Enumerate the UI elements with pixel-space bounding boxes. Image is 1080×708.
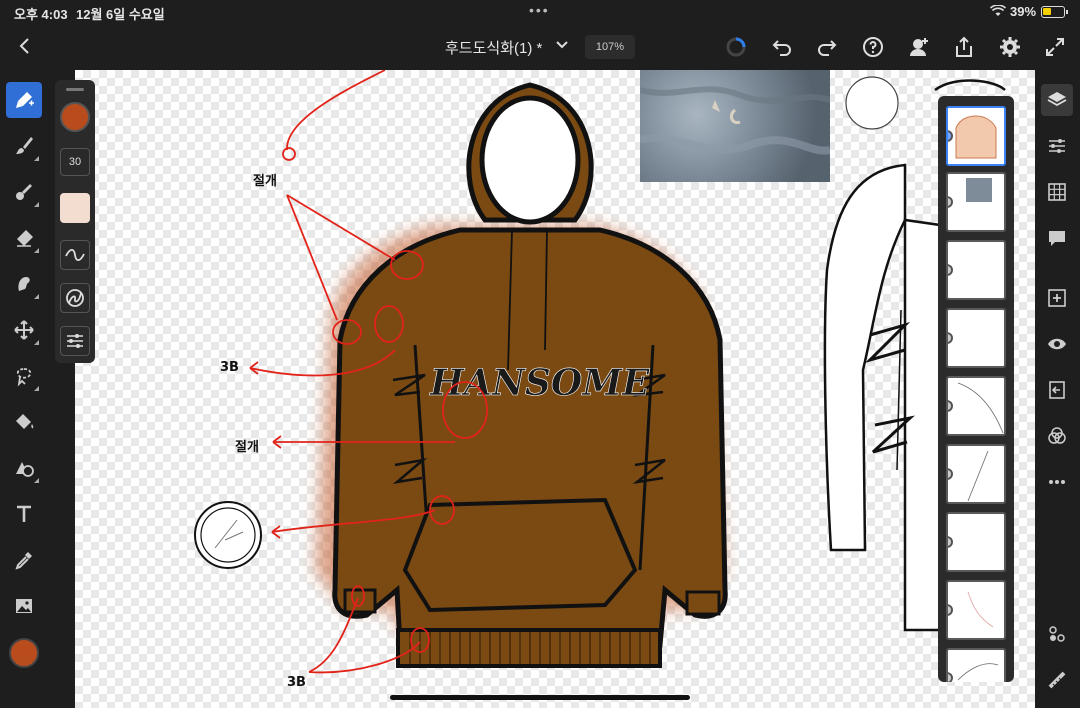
image-icon — [16, 599, 32, 613]
layer-thumb[interactable] — [946, 648, 1006, 682]
visibility-button[interactable] — [1041, 328, 1073, 360]
adjust-button[interactable] — [1041, 130, 1073, 162]
gear-icon[interactable] — [998, 35, 1022, 59]
layer-thumb[interactable] — [946, 376, 1006, 436]
status-bar: 오후 4:03 12월 6일 수요일 ••• 39% — [0, 0, 1080, 24]
drawing-canvas[interactable]: HANSOME 절개 3B 절개 3B — [75, 70, 1035, 708]
status-date: 12월 6일 수요일 — [76, 7, 165, 22]
layer-thumb[interactable] — [946, 106, 1006, 166]
image-tool[interactable] — [6, 588, 42, 624]
brush-color-swatch[interactable] — [60, 102, 90, 132]
comment-icon — [1049, 231, 1065, 246]
sketch-artwork: HANSOME — [194, 70, 1006, 674]
blend-icon — [16, 184, 32, 200]
wave-icon — [65, 248, 85, 262]
move-icon — [14, 320, 34, 340]
status-time: 오후 4:03 — [14, 7, 68, 22]
brush-settings-button[interactable] — [60, 326, 90, 356]
fullscreen-icon[interactable] — [1043, 35, 1067, 59]
panel-handle[interactable] — [66, 88, 84, 91]
blend-mode-icon — [1048, 427, 1066, 444]
eyedropper-icon — [15, 552, 32, 570]
eraser-tool[interactable] — [6, 220, 42, 256]
right-toolbar — [1035, 70, 1080, 708]
text-tool[interactable] — [6, 496, 42, 532]
export-layer-icon — [1049, 381, 1065, 399]
primary-color-swatch[interactable] — [9, 638, 39, 668]
layer-thumb[interactable] — [946, 172, 1006, 232]
zoom-level[interactable]: 107% — [585, 35, 635, 59]
paintbrush-icon — [16, 137, 33, 154]
fill-tool[interactable] — [6, 404, 42, 440]
fill-icon — [16, 414, 34, 429]
wifi-icon — [990, 5, 1006, 16]
annotation-3b-1: 3B — [220, 360, 239, 375]
paintbrush-tool[interactable] — [6, 128, 42, 164]
battery-icon — [1041, 6, 1068, 18]
layers-panel — [938, 96, 1014, 682]
annotation-jeolgae-2: 절개 — [235, 440, 259, 455]
brush-size[interactable]: 30 — [60, 148, 90, 176]
layer-thumb[interactable] — [946, 308, 1006, 368]
shape-tool[interactable] — [6, 450, 42, 486]
help-icon[interactable] — [861, 35, 885, 59]
eraser-icon — [17, 230, 33, 247]
document-title[interactable]: 후드도식화(1) * — [445, 37, 542, 58]
home-indicator[interactable] — [390, 695, 690, 700]
text-icon — [17, 505, 31, 522]
more-icon — [1049, 480, 1065, 484]
sync-progress-icon — [726, 37, 746, 57]
layers-icon — [1047, 92, 1067, 107]
top-bar: 후드도식화(1) * 107% — [0, 24, 1080, 70]
brush-tool-icon — [16, 92, 34, 108]
ruler-button[interactable] — [1041, 664, 1073, 696]
left-toolbar — [0, 70, 48, 708]
blend-mode-button[interactable] — [1041, 420, 1073, 452]
blend-tool[interactable] — [6, 174, 42, 210]
adjust-icon — [1049, 139, 1065, 153]
move-tool[interactable] — [6, 312, 42, 348]
pressure-button[interactable] — [60, 283, 90, 313]
export-layer-button[interactable] — [1041, 374, 1073, 406]
brush-panel: 30 — [55, 80, 95, 363]
visibility-icon — [1048, 338, 1066, 350]
smudge-icon — [18, 277, 30, 291]
multitask-dots[interactable]: ••• — [529, 2, 550, 18]
comment-button[interactable] — [1041, 222, 1073, 254]
brush-tip-preview[interactable] — [60, 193, 90, 223]
add-layer-icon — [1048, 289, 1066, 307]
layer-thumb[interactable] — [946, 580, 1006, 640]
layer-thumb[interactable] — [946, 240, 1006, 300]
eyedropper-tool[interactable] — [6, 542, 42, 578]
annotation-3b-2: 3B — [287, 675, 306, 690]
lasso-tool[interactable] — [6, 358, 42, 394]
layer-thumb[interactable] — [946, 444, 1006, 504]
shape-icon — [16, 462, 34, 477]
invite-user-icon[interactable] — [907, 35, 931, 59]
undo-icon[interactable] — [770, 35, 794, 59]
add-layer-button[interactable] — [1041, 282, 1073, 314]
brush-settings-icon — [1049, 626, 1065, 642]
back-icon[interactable] — [16, 35, 36, 57]
pressure-icon — [66, 289, 84, 307]
lasso-icon — [16, 368, 32, 387]
brush-settings-right-button[interactable] — [1041, 618, 1073, 650]
brush-tool[interactable] — [6, 82, 42, 118]
annotation-jeolgae-1: 절개 — [253, 174, 277, 189]
ruler-icon — [1048, 671, 1066, 689]
sliders-icon — [67, 334, 83, 348]
layers-button[interactable] — [1041, 84, 1073, 116]
chevron-down-icon[interactable] — [555, 38, 569, 52]
grid-button[interactable] — [1041, 176, 1073, 208]
layer-thumb[interactable] — [946, 512, 1006, 572]
stroke-smoothing-button[interactable] — [60, 240, 90, 270]
smudge-tool[interactable] — [6, 266, 42, 302]
grid-icon — [1048, 183, 1066, 201]
battery-percent: 39% — [1010, 4, 1037, 19]
more-button[interactable] — [1041, 466, 1073, 498]
share-icon[interactable] — [952, 35, 976, 59]
redo-icon[interactable] — [815, 35, 839, 59]
